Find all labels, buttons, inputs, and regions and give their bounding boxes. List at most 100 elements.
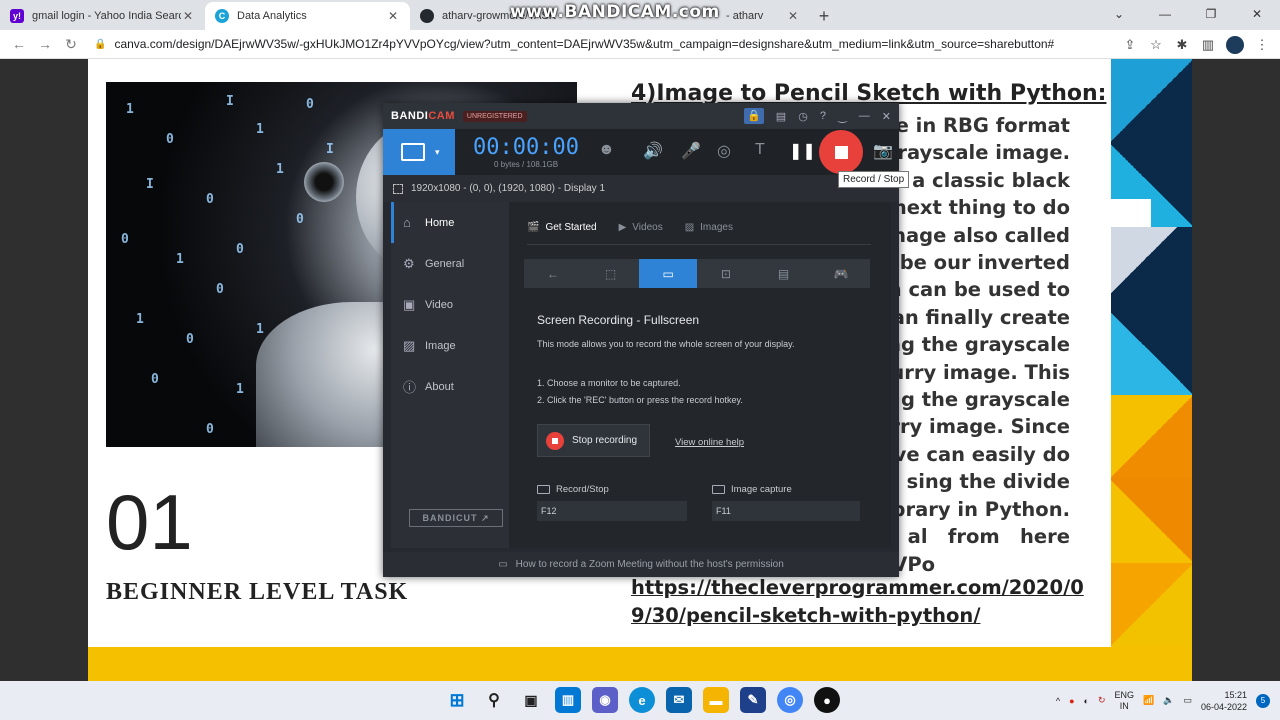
sync-icon[interactable]: ↻ [1098,695,1106,706]
link-line[interactable]: https://thecleverprogrammer.com/2020/0 [631,574,1084,602]
design-app-icon[interactable]: ✎ [740,687,766,713]
extensions-icon[interactable]: ✱ [1174,37,1190,53]
sidebar-icon[interactable]: ▥ [1200,37,1216,53]
sidebar-item-label: About [425,380,454,393]
game-mode-icon[interactable]: 🎮 [812,259,870,288]
around-mouse-mode-icon[interactable]: ⊡ [697,259,755,288]
recording-size: 0 bytes / 108.1GB [494,160,559,169]
bandicam-footer[interactable]: ▭ How to record a Zoom Meeting without t… [383,552,899,577]
forward-icon[interactable]: → [32,36,58,52]
folder-icon[interactable]: ▤ [776,110,786,123]
footer-tip[interactable]: How to record a Zoom Meeting without the… [516,559,784,570]
address-bar[interactable]: 🔒 canva.com/design/DAEjrwWV35w/-gxHUkJMO… [94,37,1054,51]
bandicut-button[interactable]: BANDICUT ↗ [409,509,503,527]
keyboard-icon [537,485,550,494]
bandicam-taskbar-icon[interactable]: ● [814,687,840,713]
battery-icon[interactable]: ▭ [1183,695,1192,706]
widgets-icon[interactable]: ▥ [555,687,581,713]
minimize-icon[interactable]: — [859,110,870,122]
close-icon[interactable]: ✕ [1234,0,1280,30]
instruction-step-1: 1. Choose a monitor to be captured. [537,378,681,388]
instruction-step-2: 2. Click the 'REC' button or press the r… [537,395,743,405]
decorative-pattern [1111,59,1192,647]
view-online-help-link[interactable]: View online help [675,437,744,448]
language-indicator[interactable]: ENG IN [1114,690,1134,712]
task-view-icon[interactable]: ▣ [518,687,544,713]
notification-badge[interactable]: 5 [1256,693,1270,708]
maximize-icon[interactable]: ❐ [1188,0,1234,30]
windows-start-icon[interactable]: ⊞ [444,687,470,713]
mail-icon[interactable]: ✉ [666,687,692,713]
camera-icon[interactable]: 📷 [873,141,893,161]
record-stop-button[interactable] [819,130,863,174]
close-icon[interactable]: ✕ [386,9,400,23]
back-icon[interactable]: ← [6,36,32,52]
tray-app-icon[interactable]: ◐ [1084,696,1089,706]
lock-icon[interactable]: 🔒 [743,108,764,124]
minimize-icon[interactable]: ‿ [838,110,847,123]
system-tray: ^ ● ◐ ↻ ENG IN 📶 🔈 ▭ 15:21 06-04-2022 5 [1056,681,1270,720]
slide-number: 01 [106,478,193,566]
tab-videos[interactable]: ▶ Videos [619,222,663,233]
tab-get-started[interactable]: 🎬 Get Started [527,222,597,233]
sidebar-item-general[interactable]: ⚙ General [391,243,509,284]
windows-taskbar: ⊞ ⚲ ▣ ▥ ◉ e ✉ ▬ ✎ ◎ ● ^ ● ◐ ↻ ENG IN 📶 🔈 … [0,681,1280,720]
mode-title: Screen Recording - Fullscreen [537,313,700,327]
pause-icon[interactable]: ❚❚ [789,141,816,161]
link-line[interactable]: 9/30/pencil-sketch-with-python/ [631,602,1084,630]
microphone-icon[interactable]: 🎤 [681,141,701,161]
help-icon[interactable]: ? [820,110,826,122]
tab-title: gmail login - Yahoo India Search [32,10,181,22]
tab-yahoo[interactable]: y! gmail login - Yahoo India Search ✕ [0,2,205,30]
sidebar-item-label: Image [425,339,456,352]
text-icon[interactable]: T [755,141,765,159]
profile-avatar[interactable] [1226,35,1244,54]
wifi-icon[interactable]: 📶 [1143,695,1154,706]
close-icon[interactable]: ✕ [882,110,891,123]
bandicam-title-icons: 🔒 ▤ ◷ ? ‿ — ✕ [743,103,891,129]
article-link[interactable]: https://thecleverprogrammer.com/2020/0 9… [631,574,1084,630]
sidebar-item-home[interactable]: ⌂ Home [391,202,509,243]
webcam-icon[interactable]: ☻ [598,141,615,159]
sidebar-item-image[interactable]: ▨ Image [391,325,509,366]
task-level: BEGINNER LEVEL TASK [106,579,409,605]
clock-icon[interactable]: ◷ [798,110,808,123]
bandicam-tabs: 🎬 Get Started ▶ Videos ▨ Images [527,222,733,233]
teams-icon[interactable]: ◉ [592,687,618,713]
sidebar-item-about[interactable]: ⓘ About [391,366,509,407]
image-capture-hotkey-field[interactable]: F11 [712,501,860,521]
image-icon: ▨ [684,222,695,233]
tab-images[interactable]: ▨ Images [685,222,733,233]
speaker-icon[interactable]: 🔊 [643,141,663,161]
record-tray-icon[interactable]: ● [1069,696,1074,706]
share-icon[interactable]: ⇪ [1122,37,1138,53]
device-mode-icon[interactable]: ▤ [755,259,813,288]
fullscreen-mode-icon[interactable]: ▭ [639,259,698,288]
chrome-icon[interactable]: ◎ [777,687,803,713]
headset-icon[interactable]: ◎ [717,141,731,161]
volume-icon[interactable]: 🔈 [1163,695,1174,706]
clapper-icon: 🎬 [527,222,540,233]
reload-icon[interactable]: ↻ [58,36,84,53]
stop-recording-button[interactable]: Stop recording [537,424,650,457]
minimize-icon[interactable]: — [1142,0,1188,30]
back-arrow-icon[interactable]: ← [524,259,582,288]
search-icon[interactable]: ⚲ [481,687,507,713]
system-clock[interactable]: 15:21 06-04-2022 [1201,689,1247,713]
close-icon[interactable]: ✕ [786,9,800,23]
sidebar-item-video[interactable]: ▣ Video [391,284,509,325]
edge-icon[interactable]: e [629,687,655,713]
file-explorer-icon[interactable]: ▬ [703,687,729,713]
menu-icon[interactable]: ⋮ [1254,37,1270,53]
new-tab-button[interactable]: + [810,2,838,30]
star-icon[interactable]: ☆ [1148,37,1164,53]
capture-region: 1920x1080 - (0, 0), (1920, 1080) - Displ… [383,175,899,202]
record-stop-hotkey-field[interactable]: F12 [537,501,687,521]
chevron-up-icon[interactable]: ^ [1056,696,1060,706]
screen-mode-button[interactable]: ▾ [383,129,455,175]
chevron-down-icon[interactable]: ⌄ [1096,0,1142,30]
chevron-down-icon[interactable]: ▾ [435,147,440,158]
tab-data-analytics[interactable]: C Data Analytics ✕ [205,2,410,30]
rectangle-mode-icon[interactable]: ⬚ [582,259,640,288]
close-icon[interactable]: ✕ [181,9,195,23]
